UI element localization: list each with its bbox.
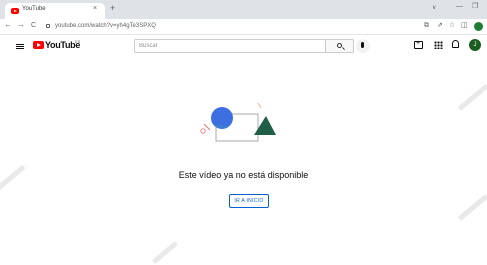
- notifications-icon[interactable]: [452, 40, 459, 48]
- forward-icon[interactable]: →: [17, 21, 25, 29]
- star-icon[interactable]: ☆: [449, 22, 455, 29]
- green-triangle-shape: [254, 116, 276, 135]
- watermark-mark: [457, 194, 487, 221]
- share-icon[interactable]: ⧉: [424, 22, 429, 29]
- microphone-icon: [361, 42, 364, 48]
- search-input[interactable]: [139, 43, 319, 49]
- scissor-ring-shape: [200, 128, 206, 134]
- restore-button[interactable]: ❐: [472, 3, 478, 10]
- watermark-mark: [151, 240, 179, 265]
- tab-title: YouTube: [22, 6, 46, 12]
- tab-close-icon[interactable]: ×: [93, 5, 97, 12]
- youtube-masthead: YouTube ES J: [0, 35, 487, 57]
- create-video-icon[interactable]: [414, 40, 423, 49]
- browser-tab-strip: YouTube × + ∨ — ❐: [0, 0, 487, 19]
- browser-toolbar: ← → C youtube.com/watch?v=yh4gTe3SPXQ ⧉ …: [0, 19, 487, 35]
- youtube-favicon-icon: [11, 8, 19, 14]
- apps-icon[interactable]: [434, 41, 443, 49]
- watermark-mark: [457, 84, 487, 111]
- minimize-button[interactable]: —: [456, 3, 463, 10]
- reload-icon[interactable]: C: [31, 22, 36, 29]
- youtube-logo-icon[interactable]: [33, 41, 44, 49]
- tab-search-button[interactable]: ∨: [432, 4, 436, 11]
- search-icon: [337, 43, 342, 48]
- profile-icon[interactable]: [474, 22, 483, 31]
- unavailable-message: Este vídeo ya no está disponible: [178, 170, 309, 180]
- back-icon[interactable]: ←: [4, 21, 12, 29]
- avatar[interactable]: J: [469, 39, 481, 51]
- go-home-button[interactable]: IR A INICIO: [229, 194, 269, 208]
- voice-search-button[interactable]: [356, 39, 370, 53]
- sidebar-icon[interactable]: ◫: [461, 22, 468, 29]
- unavailable-illustration: [200, 102, 276, 142]
- country-code: ES: [75, 39, 81, 44]
- address-bar[interactable]: youtube.com/watch?v=yh4gTe3SPXQ: [55, 23, 156, 29]
- pink-accent-shape: [257, 102, 262, 109]
- search-box: [134, 39, 326, 53]
- menu-icon[interactable]: [16, 44, 24, 49]
- cast-icon[interactable]: ⇗: [437, 22, 443, 29]
- scissor-line-shape: [203, 123, 211, 131]
- search-button[interactable]: [326, 39, 354, 53]
- new-tab-button[interactable]: +: [110, 4, 115, 13]
- browser-tab[interactable]: YouTube ×: [5, 3, 105, 19]
- lock-icon[interactable]: [46, 24, 50, 28]
